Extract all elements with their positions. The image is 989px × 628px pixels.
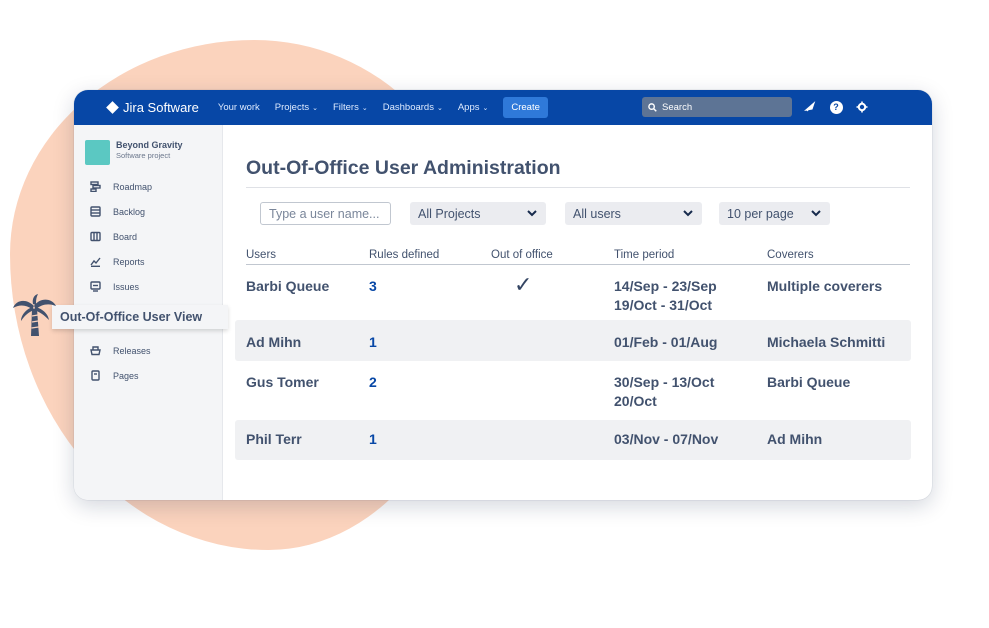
- pages-icon: [91, 370, 100, 381]
- time-period: 14/Sep - 23/Sep: [614, 278, 717, 294]
- page-title: Out-Of-Office User Administration: [246, 157, 561, 179]
- title-divider: [246, 187, 910, 188]
- backlog-icon: [90, 206, 101, 217]
- nav-filters[interactable]: Filters ⌄: [333, 102, 368, 113]
- sidebar-item-backlog[interactable]: Backlog: [90, 206, 145, 217]
- user-name[interactable]: Phil Terr: [246, 430, 302, 449]
- brand-name: Jira Software: [123, 100, 199, 115]
- releases-icon: [90, 346, 101, 356]
- create-button[interactable]: Create: [503, 97, 548, 118]
- column-header-time-period[interactable]: Time period: [614, 249, 674, 261]
- coverers: Multiple coverers: [767, 278, 883, 294]
- project-avatar: [85, 140, 110, 165]
- table-row[interactable]: Ad Mihn 1 01/Feb - 01/Aug Michaela Schmi…: [235, 320, 911, 361]
- rules-count[interactable]: 3: [369, 277, 377, 296]
- table-row[interactable]: Barbi Queue 3 ✓ 14/Sep - 23/Sep 19/Oct -…: [235, 266, 911, 320]
- board-icon: [90, 231, 101, 242]
- palm-tree-icon: [13, 294, 56, 336]
- nav-dashboards[interactable]: Dashboards ⌄: [383, 102, 443, 113]
- chevron-down-icon: [682, 210, 694, 217]
- users-select[interactable]: All users: [565, 202, 702, 225]
- sidebar-item-board[interactable]: Board: [90, 231, 137, 242]
- column-header-coverers[interactable]: Coverers: [767, 249, 814, 261]
- sidebar-item-pages[interactable]: Pages: [90, 370, 139, 381]
- user-search-input[interactable]: Type a user name...: [260, 202, 391, 225]
- chevron-down-icon: ⌄: [482, 104, 489, 112]
- sidebar-item-releases[interactable]: Releases: [90, 345, 151, 356]
- user-name[interactable]: Gus Tomer: [246, 373, 319, 392]
- project-name: Beyond Gravity: [116, 140, 183, 150]
- settings-icon[interactable]: [854, 99, 870, 115]
- jira-diamond-icon: [106, 101, 119, 114]
- table-row[interactable]: Gus Tomer 2 30/Sep - 13/Oct 20/Oct Barbi…: [235, 361, 911, 420]
- column-header-rules[interactable]: Rules defined: [369, 249, 439, 261]
- rules-count[interactable]: 2: [369, 373, 377, 392]
- project-type: Software project: [116, 151, 171, 160]
- user-name[interactable]: Ad Mihn: [246, 333, 301, 352]
- coverers: Ad Mihn: [767, 431, 823, 447]
- issues-icon: [90, 281, 101, 292]
- notification-icon[interactable]: [802, 99, 818, 115]
- sidebar-item-roadmap[interactable]: Roadmap: [90, 181, 152, 192]
- user-name[interactable]: Barbi Queue: [246, 277, 329, 296]
- sidebar-item-issues[interactable]: Issues: [90, 281, 139, 292]
- chevron-down-icon: ⌄: [436, 104, 443, 112]
- header-divider: [246, 264, 910, 265]
- chevron-down-icon: ⌄: [312, 104, 318, 112]
- time-period: 20/Oct: [614, 393, 657, 409]
- out-of-office-user-view-callout[interactable]: Out-Of-Office User View: [52, 305, 228, 329]
- project-header[interactable]: Beyond Gravity Software project: [85, 140, 183, 165]
- time-period: 19/Oct - 31/Oct: [614, 297, 713, 313]
- chevron-down-icon: [810, 210, 822, 217]
- column-header-users[interactable]: Users: [246, 249, 276, 261]
- rules-count[interactable]: 1: [369, 430, 377, 449]
- per-page-select[interactable]: 10 per page: [719, 202, 830, 225]
- coverers: Michaela Schmitti: [767, 334, 886, 350]
- checkmark-icon: ✓: [514, 272, 533, 297]
- reports-icon: [90, 257, 101, 267]
- roadmap-icon: [90, 181, 101, 192]
- nav-projects[interactable]: Projects ⌄: [275, 102, 318, 113]
- nav-apps[interactable]: Apps ⌄: [458, 102, 489, 113]
- app-window: Jira Software Your work Projects ⌄ Filter…: [74, 90, 932, 500]
- search-placeholder: Search: [662, 101, 693, 113]
- time-period: 01/Feb - 01/Aug: [614, 334, 718, 350]
- search-icon: [648, 102, 657, 112]
- time-period: 30/Sep - 13/Oct: [614, 374, 715, 390]
- project-select[interactable]: All Projects: [410, 202, 546, 225]
- column-header-out-of-office[interactable]: Out of office: [491, 249, 553, 261]
- sidebar-item-reports[interactable]: Reports: [90, 256, 145, 267]
- chevron-down-icon: ⌄: [361, 104, 368, 112]
- time-period: 03/Nov - 07/Nov: [614, 431, 719, 447]
- chevron-down-icon: [526, 210, 538, 217]
- top-icons: ?: [802, 99, 880, 115]
- nav-menu: Your work Projects ⌄ Filters ⌄ Dashboards ⌄…: [218, 97, 548, 118]
- nav-your-work[interactable]: Your work: [218, 102, 260, 113]
- coverers: Barbi Queue: [767, 374, 851, 390]
- help-icon[interactable]: ?: [828, 99, 844, 115]
- top-navigation: Jira Software Your work Projects ⌄ Filter…: [74, 90, 932, 125]
- jira-logo[interactable]: Jira Software: [106, 100, 199, 115]
- search-input[interactable]: Search: [642, 97, 792, 117]
- rules-count[interactable]: 1: [369, 333, 377, 352]
- table-row[interactable]: Phil Terr 1 03/Nov - 07/Nov Ad Mihn: [235, 420, 911, 460]
